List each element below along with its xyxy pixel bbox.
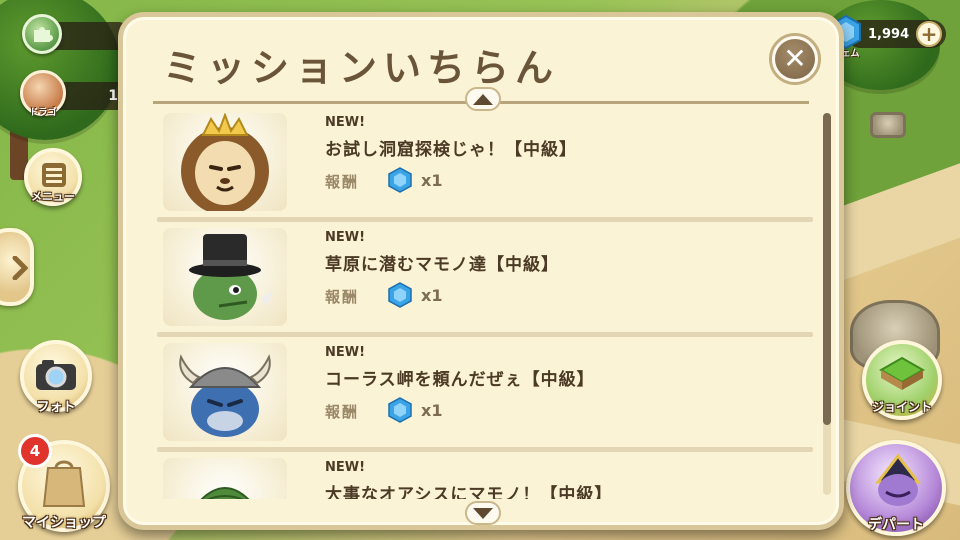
- tree: [0, 0, 120, 140]
- mission-row[interactable]: NEW! お試し洞窟探検じゃ！【中級】 報酬 x1: [153, 107, 813, 222]
- mission-title: コーラス岬を頼んだぜぇ【中級】: [325, 370, 595, 390]
- myshop-label: マイショップ: [22, 515, 106, 531]
- top-hat-dragon-portrait: [163, 228, 287, 326]
- green-hood-icon: [200, 487, 250, 499]
- reward-label: 報酬: [325, 403, 360, 421]
- mission-title: 大事なオアシスにマモノ！【中級】: [325, 485, 613, 499]
- menu-button[interactable]: メニュー: [24, 148, 82, 206]
- close-icon: ✕: [775, 39, 815, 79]
- dragon-icon[interactable]: ドラゴ: [20, 70, 66, 118]
- green-hood-portrait: [163, 458, 287, 499]
- joint-button[interactable]: ジョイント: [862, 340, 942, 420]
- mission-row[interactable]: NEW! コーラス岬を頼んだぜぇ【中級】 報酬 x1: [153, 337, 813, 452]
- shopping-bag-icon: [42, 460, 86, 507]
- viking-wolf-icon: [179, 354, 271, 437]
- mission-list-modal: ミッションいちらん ✕ NEW! お試し洞窟探検じゃ！【中級】 報酬 x1 NE…: [118, 12, 844, 530]
- top-hat-dragon-icon: [189, 234, 273, 320]
- scrollbar-track[interactable]: [823, 113, 831, 495]
- dragon-label: ドラゴ: [29, 108, 57, 118]
- chevron-right-icon: [12, 256, 28, 280]
- pharaoh-cat-icon: [874, 453, 922, 506]
- menu-label: メニュー: [31, 190, 75, 203]
- mission-title: お試し洞窟探検じゃ！【中級】: [325, 140, 577, 160]
- photo-label: フォト: [36, 400, 76, 415]
- scroll-down-button[interactable]: [465, 501, 501, 525]
- reward-count: x1: [421, 286, 443, 305]
- new-tag: NEW!: [325, 345, 366, 360]
- puzzle-piece-icon[interactable]: [22, 14, 62, 54]
- stone-block: [870, 112, 906, 138]
- mission-list[interactable]: NEW! お試し洞窟探検じゃ！【中級】 報酬 x1 NEW! 草原に潜むマモノ達…: [153, 107, 813, 499]
- reward-label: 報酬: [325, 173, 360, 191]
- mission-row[interactable]: NEW! 大事なオアシスにマモノ！【中級】: [153, 452, 813, 499]
- camera-icon: [36, 360, 76, 390]
- blue-gem-icon: [388, 397, 412, 423]
- modal-title: ミッションいちらん: [163, 46, 560, 90]
- reward-count: x1: [421, 401, 443, 420]
- photo-button[interactable]: フォト: [20, 340, 92, 415]
- scrollbar-thumb[interactable]: [823, 113, 831, 425]
- arrow-up-icon: [473, 93, 493, 105]
- new-tag: NEW!: [325, 230, 366, 245]
- arrow-down-icon: [473, 507, 493, 519]
- mission-title: 草原に潜むマモノ達【中級】: [325, 255, 559, 275]
- blue-gem-icon: [388, 167, 412, 193]
- new-tag: NEW!: [325, 460, 366, 475]
- dragon-count: 1: [108, 88, 118, 104]
- new-tag: NEW!: [325, 115, 366, 130]
- depart-label: デパート: [868, 517, 924, 533]
- reward-label: 報酬: [325, 288, 360, 306]
- gem-count: 1,994: [868, 26, 910, 42]
- blue-gem-icon: [388, 282, 412, 308]
- joint-label: ジョイント: [871, 400, 932, 414]
- side-panel-toggle[interactable]: [0, 228, 34, 306]
- add-gems-button[interactable]: +: [916, 21, 942, 47]
- lion-king-portrait: [163, 113, 287, 211]
- puzzle-glyph: [34, 27, 53, 42]
- mission-row[interactable]: NEW! 草原に潜むマモノ達【中級】 報酬 x1: [153, 222, 813, 337]
- notification-badge: 4: [18, 434, 52, 468]
- grass-tile-icon: [878, 356, 926, 390]
- viking-wolf-portrait: [163, 343, 287, 441]
- department-store-button[interactable]: デパート: [846, 440, 946, 536]
- reward-count: x1: [421, 171, 443, 190]
- list-icon: [42, 163, 66, 187]
- lion-king-icon: [181, 113, 269, 211]
- close-button[interactable]: ✕: [769, 33, 821, 85]
